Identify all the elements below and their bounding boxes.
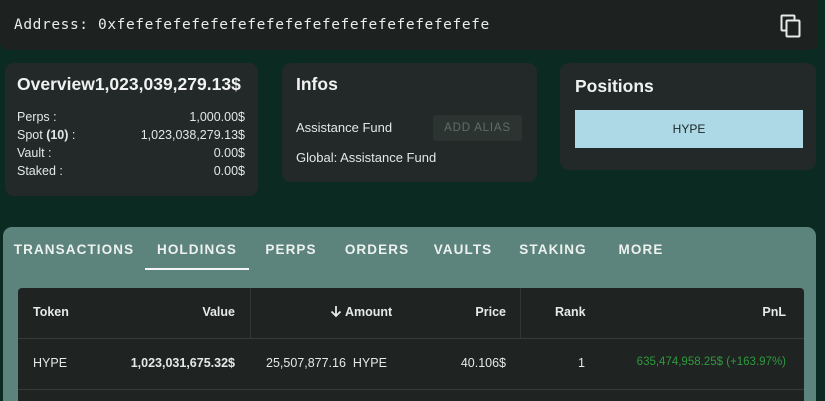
add-alias-button[interactable]: ADD ALIAS	[433, 115, 522, 141]
overview-row-perps: Perps : 1,000.00$	[17, 110, 245, 126]
infos-title: Infos	[296, 74, 338, 94]
column-header-price[interactable]: Price	[475, 305, 506, 319]
address-label: Address:	[14, 17, 89, 33]
column-divider	[520, 288, 521, 338]
tab-vaults[interactable]: VAULTS	[426, 227, 500, 271]
column-header-value[interactable]: Value	[202, 305, 235, 319]
row-divider	[18, 389, 804, 390]
column-header-rank[interactable]: Rank	[555, 305, 586, 319]
overview-spot-count: (10)	[46, 128, 69, 142]
overview-label-perps: Perps :	[17, 110, 57, 124]
tab-more[interactable]: MORE	[606, 227, 676, 271]
positions-title: Positions	[575, 76, 654, 96]
tab-holdings[interactable]: HOLDINGS	[145, 227, 249, 271]
address-bar: Address: 0xfefefefefefefefefefefefefefef…	[0, 0, 818, 50]
cell-pnl: 635,474,958.25$ (+163.97%)	[637, 356, 786, 368]
overview-label-staked: Staked :	[17, 164, 63, 178]
overview-label-spot-suffix: :	[68, 128, 76, 142]
cell-pnl-value: 635,474,958.25$	[636, 356, 724, 368]
overview-label-spot-prefix: Spot	[17, 128, 47, 142]
overview-value-vault: 0.00$	[213, 146, 245, 160]
overview-card: Overview1,023,039,279.13$ Perps : 1,000.…	[5, 63, 258, 196]
cell-value: 1,023,031,675.32$	[130, 356, 235, 370]
infos-name: Assistance Fund	[296, 120, 393, 135]
tab-orders[interactable]: ORDERS	[336, 227, 418, 271]
cell-amount-number: 25,507,877.16	[266, 356, 346, 370]
overview-title: Overview1,023,039,279.13$	[17, 74, 241, 94]
overview-value-perps: 1,000.00$	[189, 110, 245, 124]
overview-value-staked: 0.00$	[213, 164, 245, 178]
overview-row-staked: Staked : 0.00$	[17, 164, 245, 180]
tab-panel: TRANSACTIONS HOLDINGS PERPS ORDERS VAULT…	[3, 227, 816, 401]
overview-value-spot: 1,023,038,279.13$	[140, 128, 245, 142]
copy-address-button[interactable]	[778, 13, 804, 39]
column-divider	[250, 288, 251, 338]
active-tab-indicator	[145, 268, 249, 270]
column-header-amount-label: Amount	[345, 305, 393, 319]
cell-pnl-percent: (+163.97%)	[726, 356, 786, 368]
address-value: 0xfefefefefefefefefefefefefefefefefefefe…	[97, 17, 490, 33]
copy-icon	[780, 14, 801, 38]
overview-label-spot: Spot (10) :	[17, 128, 75, 142]
tab-staking[interactable]: STAKING	[510, 227, 596, 271]
positions-card: Positions HYPE	[560, 63, 816, 170]
cell-price: 40.106$	[460, 356, 506, 370]
cell-amount-unit: HYPE	[352, 356, 387, 370]
column-header-amount[interactable]: Amount	[330, 305, 392, 319]
overview-row-spot: Spot (10) : 1,023,038,279.13$	[17, 128, 245, 144]
header-divider	[18, 338, 804, 339]
column-header-token[interactable]: Token	[33, 305, 69, 319]
address-text: Address: 0xfefefefefefefefefefefefefefef…	[14, 17, 490, 33]
arrow-down-icon	[330, 306, 342, 318]
infos-card: Infos Assistance Fund ADD ALIAS Global: …	[282, 63, 537, 182]
overview-label-vault: Vault :	[17, 146, 52, 160]
cell-token[interactable]: HYPE	[33, 356, 67, 370]
infos-global: Global: Assistance Fund	[296, 150, 437, 165]
holdings-table	[18, 288, 804, 401]
cell-amount: 25,507,877.16 HYPE	[266, 356, 387, 370]
column-header-pnl[interactable]: PnL	[762, 305, 786, 319]
tab-transactions[interactable]: TRANSACTIONS	[3, 227, 145, 271]
overview-row-vault: Vault : 0.00$	[17, 146, 245, 162]
tab-perps[interactable]: PERPS	[255, 227, 327, 271]
cell-rank: 1	[578, 356, 585, 370]
position-chip-hype[interactable]: HYPE	[575, 110, 803, 148]
